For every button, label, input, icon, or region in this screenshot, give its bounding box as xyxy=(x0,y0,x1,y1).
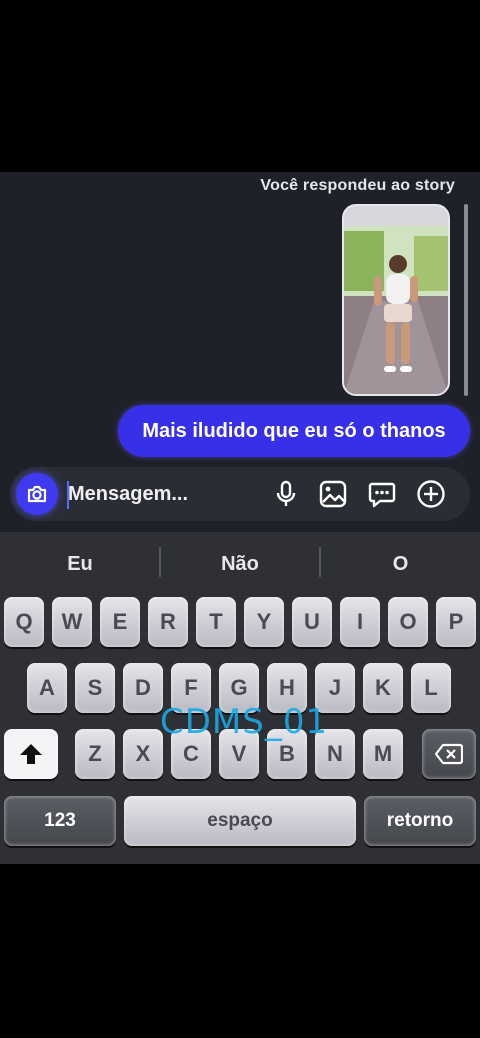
key-p[interactable]: P xyxy=(436,597,476,647)
suggestion-2[interactable]: Não xyxy=(161,549,319,579)
key-a[interactable]: A xyxy=(27,663,67,713)
key-q[interactable]: Q xyxy=(4,597,44,647)
camera-button[interactable] xyxy=(16,473,58,515)
space-key[interactable]: espaço xyxy=(124,796,356,846)
key-x[interactable]: X xyxy=(123,729,163,779)
shift-key[interactable] xyxy=(4,729,58,779)
key-r[interactable]: R xyxy=(148,597,188,647)
story-reply-label: Você respondeu ao story xyxy=(260,177,455,194)
bottom-letterbox xyxy=(0,864,480,1038)
key-d[interactable]: D xyxy=(123,663,163,713)
suggestion-3[interactable]: O xyxy=(321,549,480,579)
watermark: CDMS_01 xyxy=(160,702,329,742)
sticker-icon[interactable] xyxy=(367,479,397,509)
numbers-key[interactable]: 123 xyxy=(4,796,116,846)
key-u[interactable]: U xyxy=(292,597,332,647)
microphone-icon[interactable] xyxy=(271,479,301,509)
scrollbar[interactable] xyxy=(464,204,468,396)
key-o[interactable]: O xyxy=(388,597,428,647)
key-l[interactable]: L xyxy=(411,663,451,713)
suggestion-1[interactable]: Eu xyxy=(0,549,160,579)
key-m[interactable]: M xyxy=(363,729,403,779)
key-w[interactable]: W xyxy=(52,597,92,647)
key-z[interactable]: Z xyxy=(75,729,115,779)
key-t[interactable]: T xyxy=(196,597,236,647)
gallery-icon[interactable] xyxy=(318,479,348,509)
sent-message-bubble[interactable]: Mais iludido que eu só o thanos xyxy=(118,405,470,457)
plus-circle-icon[interactable] xyxy=(416,479,446,509)
key-s[interactable]: S xyxy=(75,663,115,713)
message-input[interactable] xyxy=(68,478,258,510)
backspace-key[interactable] xyxy=(422,729,476,779)
key-e[interactable]: E xyxy=(100,597,140,647)
key-y[interactable]: Y xyxy=(244,597,284,647)
camera-icon xyxy=(27,485,47,503)
shift-arrow-icon xyxy=(20,744,42,764)
message-text: Mais iludido que eu só o thanos xyxy=(142,419,446,442)
story-image xyxy=(344,206,448,394)
key-k[interactable]: K xyxy=(363,663,403,713)
story-thumbnail[interactable] xyxy=(342,204,450,396)
key-i[interactable]: I xyxy=(340,597,380,647)
return-key[interactable]: retorno xyxy=(364,796,476,846)
backspace-icon xyxy=(435,743,463,765)
